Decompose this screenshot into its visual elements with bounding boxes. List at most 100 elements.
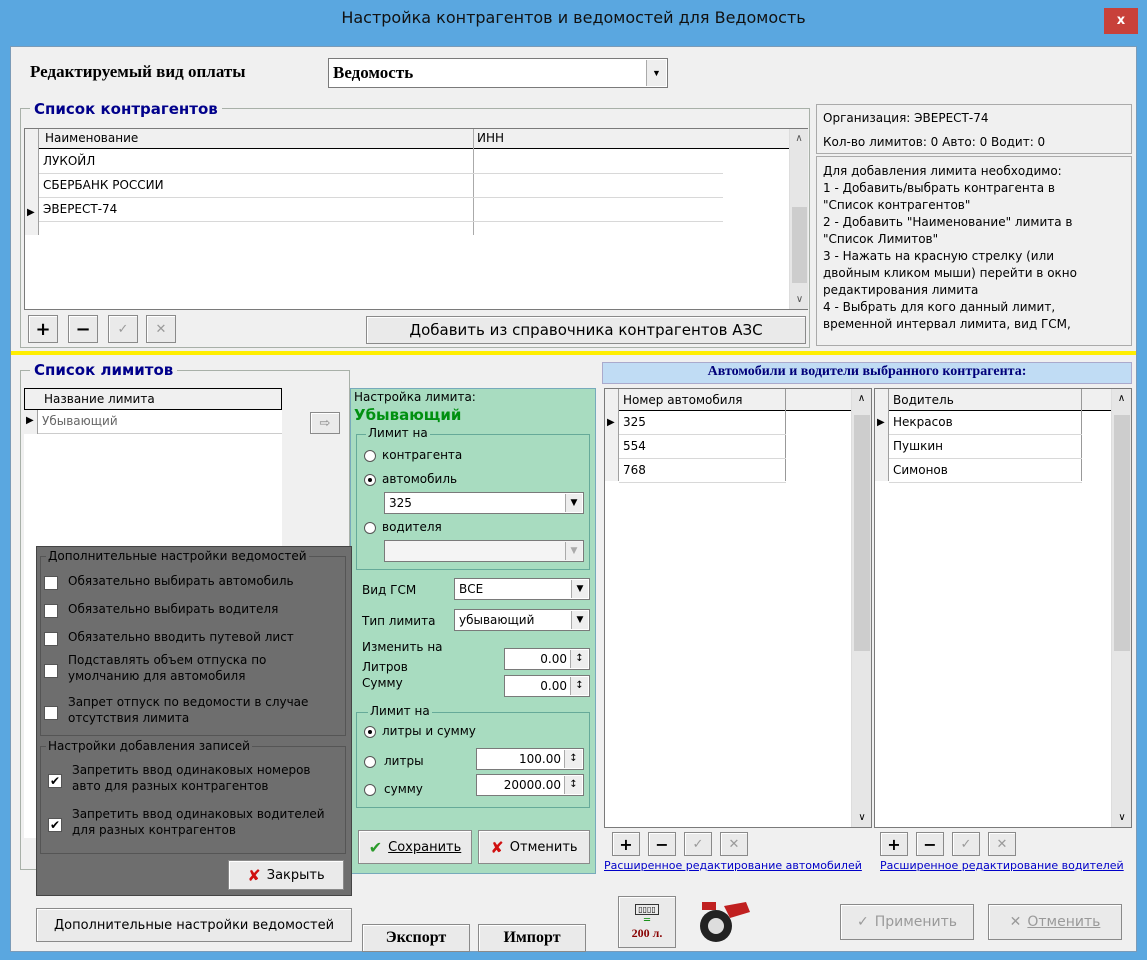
add-car-button[interactable]: + — [612, 832, 640, 856]
table-row[interactable]: СБЕРБАНК РОССИИ — [39, 174, 723, 198]
help-text: Для добавления лимита необходимо: 1 - До… — [816, 156, 1132, 346]
payment-type-value: Ведомость — [333, 63, 414, 82]
extra-checkbox-3[interactable] — [44, 664, 58, 678]
chevron-down-icon[interactable]: ▼ — [571, 611, 588, 629]
cross-icon: ✕ — [1009, 914, 1022, 930]
vehicles-header-text: Автомобили и водители выбранного контраг… — [707, 364, 1027, 379]
limit-on2-label: Лимит на — [368, 704, 432, 718]
edit-cars-link[interactable]: Расширенное редактирование автомобилей — [604, 859, 862, 872]
save-limit-button[interactable]: ✔ Сохранить — [358, 830, 472, 864]
table-row[interactable]: ЛУКОЙЛ — [39, 150, 723, 174]
add-label-1: Запретить ввод одинаковых водителей для … — [72, 807, 325, 837]
section-divider — [11, 351, 1136, 355]
spinner-icon[interactable]: ↕ — [564, 776, 582, 794]
table-row[interactable]: ЭВЕРЕСТ-74 — [39, 198, 723, 222]
extra-label-0: Обязательно выбирать автомобиль — [68, 574, 294, 588]
organization-label: Организация: ЭВЕРЕСТ-74 — [823, 111, 989, 125]
import-button[interactable]: Импорт — [478, 924, 586, 952]
cancel-limit-button[interactable]: ✘ Отменить — [478, 830, 590, 864]
chevron-down-icon[interactable]: ▼ — [565, 542, 582, 560]
spinner-icon[interactable]: ↕ — [570, 650, 588, 668]
radio-both[interactable] — [364, 726, 376, 738]
radio-sum[interactable] — [364, 784, 376, 796]
apply-button[interactable]: ✓ Применить — [840, 904, 974, 940]
limit-settings-caption: Настройка лимита: — [354, 390, 476, 404]
scrollbar[interactable]: ∧ ∨ — [1111, 389, 1131, 827]
col-car: Номер автомобиля — [623, 393, 743, 407]
extra-checkbox-2[interactable] — [44, 632, 58, 646]
cars-grid: Номер автомобиля 325 554 768 ▶ ∧ ∨ — [604, 388, 872, 828]
chevron-down-icon[interactable]: ▼ — [571, 580, 588, 598]
add-driver-button[interactable]: + — [880, 832, 908, 856]
payment-type-select[interactable]: Ведомость ▼ — [328, 58, 668, 88]
window-title: Настройка контрагентов и ведомостей для … — [341, 8, 806, 27]
scrollbar[interactable]: ∧ ∨ — [789, 129, 808, 309]
confirm-icon[interactable]: ✓ — [684, 832, 712, 856]
fuel-type-label: Вид ГСМ — [362, 583, 417, 597]
close-button[interactable]: x — [1104, 8, 1138, 34]
sum-change-input[interactable]: 0.00 ↕ — [504, 675, 590, 697]
chevron-down-icon[interactable]: ▼ — [646, 60, 666, 86]
arrow-right-icon[interactable]: ⇨ — [310, 412, 340, 434]
add-label-0: Запретить ввод одинаковых номеров авто д… — [72, 763, 311, 793]
chevron-down-icon[interactable]: ▼ — [565, 494, 582, 512]
edit-drivers-link[interactable]: Расширенное редактирование водителей — [880, 859, 1124, 872]
liters-limit-input[interactable]: 100.00 ↕ — [476, 748, 584, 770]
fuel-type-select[interactable]: ВСЕ ▼ — [454, 578, 590, 600]
car-select[interactable]: 325 ▼ — [384, 492, 584, 514]
scrollbar[interactable]: ∧ ∨ — [851, 389, 871, 827]
row-pointer-icon: ▶ — [26, 415, 34, 426]
export-button[interactable]: Экспорт — [362, 924, 470, 952]
table-row[interactable]: Симонов — [889, 459, 1082, 483]
add-from-reference-button[interactable]: Добавить из справочника контрагентов АЗС — [366, 316, 806, 344]
remove-contractor-button[interactable]: − — [68, 315, 98, 343]
extra-checkbox-1[interactable] — [44, 604, 58, 618]
drivers-grid: Водитель Некрасов Пушкин Симонов ▶ ∧ ∨ — [874, 388, 1132, 828]
cancel-icon[interactable]: ✕ — [988, 832, 1016, 856]
radio-liters[interactable] — [364, 756, 376, 768]
add-settings-title: Настройки добавления записей — [46, 739, 252, 753]
counter-button[interactable]: ▯▯▯▯ ═ 200 л. — [618, 896, 676, 948]
driver-select[interactable]: ▼ — [384, 540, 584, 562]
list-item[interactable]: Убывающий — [38, 410, 282, 434]
radio-contractor[interactable] — [364, 450, 376, 462]
cancel-icon[interactable]: ✕ — [720, 832, 748, 856]
cancel-icon[interactable]: ✕ — [146, 315, 176, 343]
radio-car[interactable] — [364, 474, 376, 486]
spinner-icon[interactable]: ↕ — [564, 750, 582, 768]
counter-lines-icon: ═ — [643, 914, 651, 926]
confirm-icon[interactable]: ✓ — [952, 832, 980, 856]
add-checkbox-0[interactable]: ✔ — [48, 774, 62, 788]
table-row[interactable]: 554 — [619, 435, 786, 459]
remove-car-button[interactable]: − — [648, 832, 676, 856]
limit-type-select[interactable]: убывающий ▼ — [454, 609, 590, 631]
counter-label: 200 л. — [631, 925, 663, 940]
sum-limit-input[interactable]: 20000.00 ↕ — [476, 774, 584, 796]
col-driver: Водитель — [893, 393, 954, 407]
table-row[interactable]: Пушкин — [889, 435, 1082, 459]
remove-driver-button[interactable]: − — [916, 832, 944, 856]
liters-change-input[interactable]: 0.00 ↕ — [504, 648, 590, 670]
radio-driver-label: водителя — [382, 520, 442, 534]
extra-checkbox-0[interactable] — [44, 576, 58, 590]
cancel-button[interactable]: ✕ Отменить — [988, 904, 1122, 940]
confirm-icon[interactable]: ✓ — [108, 315, 138, 343]
close-extra-button[interactable]: ✘ Закрыть — [228, 860, 344, 890]
liters-label: Литров — [362, 660, 408, 674]
spinner-icon[interactable]: ↕ — [570, 677, 588, 695]
row-pointer-icon: ▶ — [27, 207, 35, 218]
extra-checkbox-4[interactable] — [44, 706, 58, 720]
check-icon: ✔ — [368, 837, 383, 857]
extra-settings-button[interactable]: Дополнительные настройки ведомостей — [36, 908, 352, 942]
limits-count-label: Кол-во лимитов: 0 Авто: 0 Водит: 0 — [823, 135, 1046, 149]
table-row[interactable]: 768 — [619, 459, 786, 483]
row-pointer-icon: ▶ — [607, 417, 615, 428]
fuel-gun-icon[interactable] — [694, 896, 754, 948]
table-row[interactable]: Некрасов — [889, 411, 1082, 435]
table-row[interactable]: 325 — [619, 411, 786, 435]
radio-driver[interactable] — [364, 522, 376, 534]
contractors-grid: Наименование ИНН ЛУКОЙЛ СБЕРБАНК РОССИИ … — [24, 128, 808, 310]
add-checkbox-1[interactable]: ✔ — [48, 818, 62, 832]
add-contractor-button[interactable]: + — [28, 315, 58, 343]
col-inn: ИНН — [477, 131, 505, 145]
